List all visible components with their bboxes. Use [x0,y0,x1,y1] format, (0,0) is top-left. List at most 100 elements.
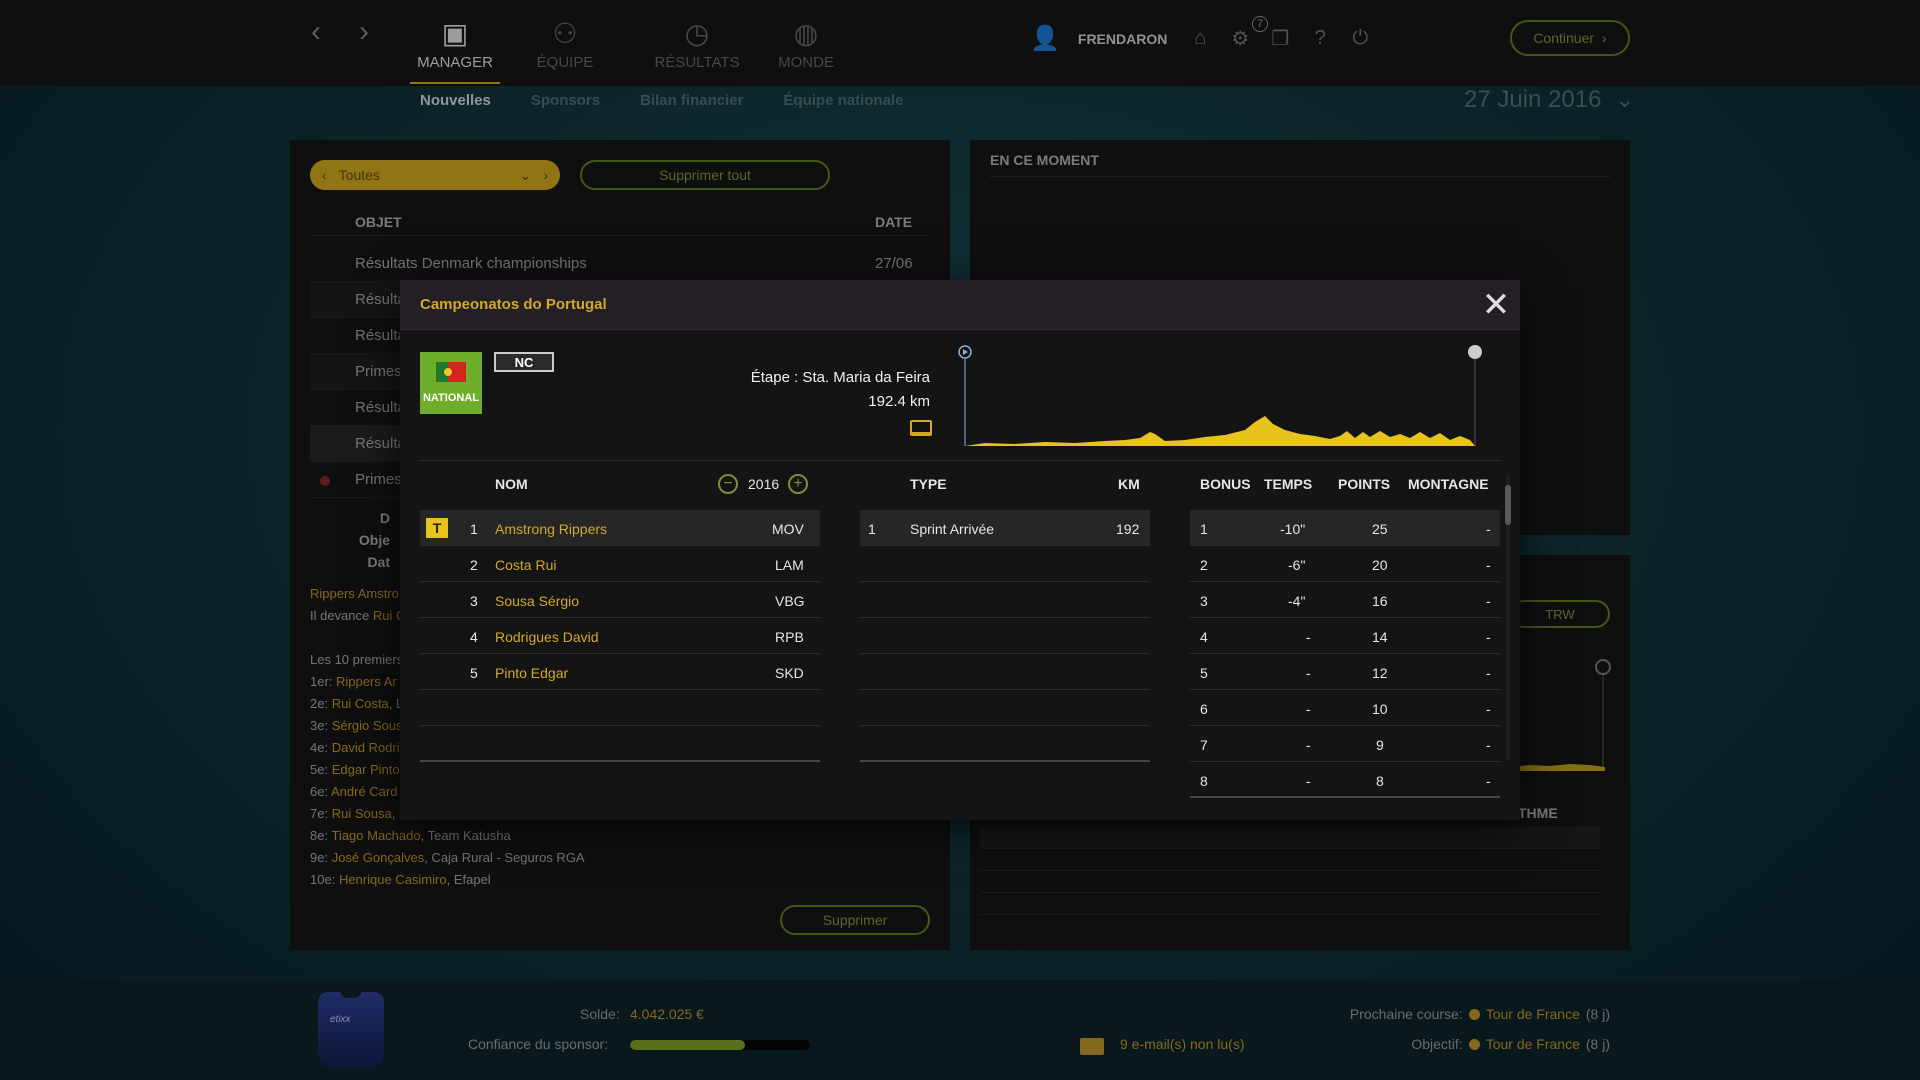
divider [420,460,1500,461]
rider-name[interactable]: Sousa Sérgio [495,593,579,609]
col-name: NOM [495,476,528,492]
sprint-type: Sprint Arrivée [910,521,995,537]
bonus-points: 20 [1372,557,1388,573]
rider-team: SKD [775,665,804,681]
bonus-rank: 7 [1200,737,1208,753]
minus-icon[interactable]: − [718,474,738,494]
bonus-time: - [1306,665,1311,681]
portugal-flag-icon [436,362,466,382]
rider-row-empty [420,690,820,726]
profile-view-icon[interactable] [910,420,932,436]
col-km: KM [1118,476,1140,492]
leader-badge: T [426,518,448,538]
bonus-mountain: - [1486,737,1491,753]
bonus-row: 4 - 14 - [1190,618,1500,654]
bonus-rank: 2 [1200,557,1208,573]
bonus-mountain: - [1486,665,1491,681]
bonus-row: 5 - 12 - [1190,654,1500,690]
rider-team: RPB [775,629,804,645]
sprint-km: 192 [1116,521,1140,537]
rider-name[interactable]: Costa Rui [495,557,556,573]
bonus-time: -6" [1288,557,1306,573]
year-value: 2016 [748,476,780,492]
bonus-points: 16 [1372,593,1388,609]
modal-title: Campeonatos do Portugal [420,296,607,313]
plus-icon[interactable]: + [788,474,808,494]
bonus-mountain: - [1486,521,1491,537]
stage-info: Étape : Sta. Maria da Feira 192.4 km [600,366,930,414]
bonus-points: 12 [1372,665,1388,681]
bonus-mountain: - [1486,593,1491,609]
bonus-time: - [1306,773,1311,789]
bonus-rank: 5 [1200,665,1208,681]
bonus-rank: 6 [1200,701,1208,717]
bonus-rank: 1 [1200,521,1208,537]
race-class-badge: NC [494,352,554,372]
bonus-points: 10 [1372,701,1388,717]
bonus-points: 14 [1372,629,1388,645]
sprint-number: 1 [868,521,876,537]
rider-row[interactable]: 5 Pinto Edgar SKD [420,654,820,690]
col-points: POINTS [1338,476,1391,492]
modal-header: Campeonatos do Portugal ✕ [400,280,1520,330]
finish-flag-icon [1468,345,1482,359]
bonus-time: - [1306,701,1311,717]
rider-row[interactable]: 3 Sousa Sérgio VBG [420,582,820,618]
elevation-area [965,416,1475,446]
rider-rank: 4 [470,629,478,645]
rider-rank: 2 [470,557,478,573]
sprint-row-empty [860,654,1150,690]
stage-profile [958,345,1482,446]
stage-distance: 192.4 km [868,393,930,410]
bonus-row: 7 - 9 - [1190,726,1500,762]
col-montagne: MONTAGNE [1408,476,1489,492]
sprint-row-empty [860,582,1150,618]
rider-rank: 1 [470,521,478,537]
bonus-mountain: - [1486,773,1491,789]
bonus-mountain: - [1486,557,1491,573]
sprint-row-empty [860,546,1150,582]
bonus-row: 6 - 10 - [1190,690,1500,726]
col-temps: TEMPS [1264,476,1313,492]
bonus-time: -10" [1280,521,1306,537]
bonus-rank: 8 [1200,773,1208,789]
sprint-row-empty [860,726,1150,762]
bonus-row: 1 -10" 25 - [1190,510,1500,546]
bonus-time: - [1306,737,1311,753]
rider-name[interactable]: Rodrigues David [495,629,599,645]
sprint-row-empty [860,618,1150,654]
sprint-row[interactable]: 1 Sprint Arrivée 192 [860,510,1150,546]
col-type: TYPE [910,476,947,492]
close-icon[interactable]: ✕ [1480,288,1512,322]
sprint-row-empty [860,690,1150,726]
flag-label: NATIONAL [422,392,479,404]
rider-row[interactable]: 4 Rodrigues David RPB [420,618,820,654]
rider-name[interactable]: Amstrong Rippers [495,521,607,537]
rider-team: MOV [772,521,804,537]
scrollbar-thumb[interactable] [1505,485,1511,525]
national-flag-badge: NATIONAL [420,352,482,414]
bonus-row: 3 -4" 16 - [1190,582,1500,618]
bonus-points: 8 [1376,773,1384,789]
rider-row-empty [420,726,820,762]
stage-name: Étape : Sta. Maria da Feira [750,369,930,386]
bonus-mountain: - [1486,701,1491,717]
col-bonus: BONUS [1200,476,1251,492]
bonus-time: - [1306,629,1311,645]
bonus-row: 2 -6" 20 - [1190,546,1500,582]
rider-row[interactable]: T 1 Amstrong Rippers MOV [420,510,820,546]
rider-row[interactable]: 2 Costa Rui LAM [420,546,820,582]
bonus-rank: 3 [1200,593,1208,609]
race-modal: Campeonatos do Portugal ✕ NATIONAL NC Ét… [400,280,1520,820]
rider-team: VBG [775,593,805,609]
rider-rank: 5 [470,665,478,681]
bonus-row: 8 - 8 - [1190,762,1500,798]
bonus-points: 25 [1372,521,1388,537]
bonus-mountain: - [1486,629,1491,645]
rider-team: LAM [775,557,804,573]
rider-name[interactable]: Pinto Edgar [495,665,568,681]
bonus-rank: 4 [1200,629,1208,645]
bonus-points: 9 [1376,737,1384,753]
rider-rank: 3 [470,593,478,609]
bonus-time: -4" [1288,593,1306,609]
